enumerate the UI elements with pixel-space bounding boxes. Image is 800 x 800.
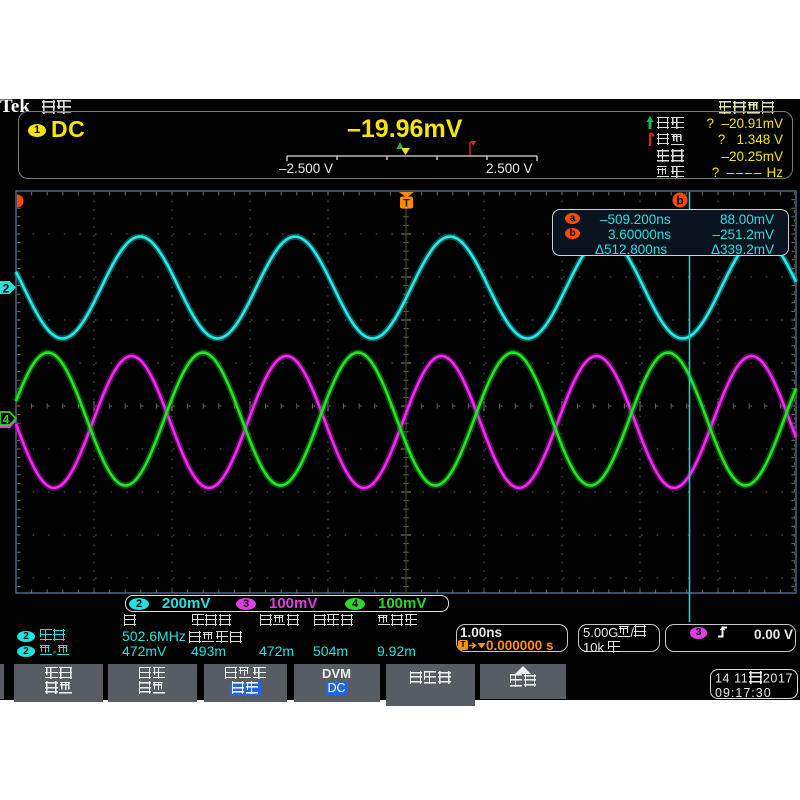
svg-text:b: b — [676, 194, 683, 208]
svg-text:2: 2 — [3, 282, 10, 296]
svg-text:4: 4 — [3, 413, 10, 427]
svg-text:T: T — [403, 198, 410, 210]
